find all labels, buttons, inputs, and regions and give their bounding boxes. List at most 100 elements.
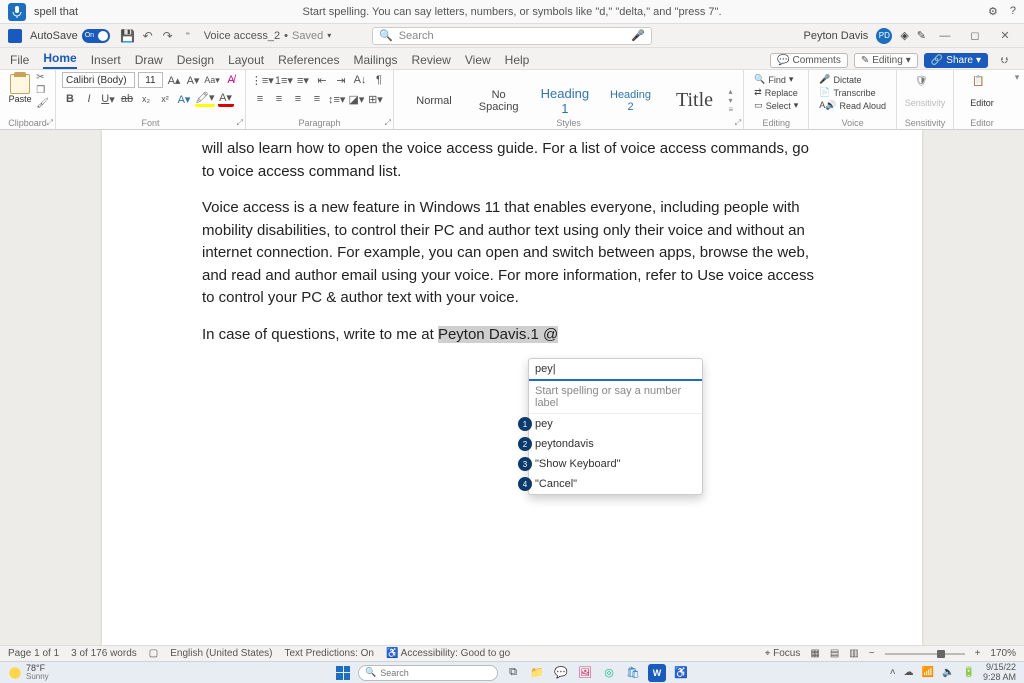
superscript-icon[interactable]: x² [157, 91, 173, 107]
pen-icon[interactable]: ✎ [917, 29, 926, 42]
line-spacing-icon[interactable]: ↕≡▾ [328, 91, 345, 107]
status-language[interactable]: English (United States) [170, 648, 272, 659]
doc-paragraph-3[interactable]: In case of questions, write to me at Pey… [202, 324, 822, 347]
settings-icon[interactable]: ⚙ [988, 5, 998, 18]
numbering-icon[interactable]: 1≡▾ [276, 72, 292, 88]
focus-button[interactable]: ⌖ Focus [765, 648, 801, 659]
user-avatar[interactable]: PD [876, 28, 892, 44]
editing-mode-button[interactable]: ✎ Editing ▾ [854, 53, 918, 68]
subscript-icon[interactable]: x₂ [138, 91, 154, 107]
clipboard-launcher[interactable]: ⤢ [47, 118, 53, 128]
find-button[interactable]: 🔍 Find ▾ [754, 74, 798, 85]
align-center-icon[interactable]: ≡ [271, 91, 287, 107]
onedrive-icon[interactable]: ☁ [904, 667, 914, 678]
align-left-icon[interactable]: ≡ [252, 91, 268, 107]
zoom-in-icon[interactable]: + [975, 648, 981, 659]
ribbon-options-icon[interactable]: ▾ [1010, 70, 1024, 129]
user-name[interactable]: Peyton Davis [804, 30, 869, 42]
maximize-button[interactable]: ◻ [964, 29, 986, 42]
minimize-button[interactable]: — [934, 30, 956, 42]
clock[interactable]: 9/15/22 9:28 AM [983, 663, 1016, 682]
style-heading1[interactable]: Heading 1 [533, 83, 596, 119]
spell-item-4[interactable]: 4"Cancel" [529, 474, 702, 494]
zoom-level[interactable]: 170% [990, 648, 1016, 659]
redo-icon[interactable]: ↷ [159, 27, 177, 45]
view-read-icon[interactable]: ▤ [830, 648, 839, 659]
copy-icon[interactable]: ❐ [36, 85, 49, 96]
style-heading2[interactable]: Heading 2 [601, 86, 661, 116]
format-painter-icon[interactable]: 🖌 [36, 98, 49, 109]
weather-widget[interactable]: 78°F Sunny [0, 664, 57, 681]
shrink-font-icon[interactable]: A▾ [185, 72, 201, 88]
tab-review[interactable]: Review [412, 51, 451, 69]
document-page[interactable]: will also learn how to open the voice ac… [102, 130, 922, 645]
tab-draw[interactable]: Draw [135, 51, 163, 69]
spell-item-2[interactable]: 2peytondavis [529, 434, 702, 454]
tab-layout[interactable]: Layout [228, 51, 264, 69]
wifi-icon[interactable]: 📶 [922, 667, 934, 678]
close-button[interactable]: ✕ [994, 29, 1016, 42]
tab-view[interactable]: View [465, 51, 491, 69]
clear-format-icon[interactable]: A̸ [223, 72, 239, 88]
save-icon[interactable]: 💾 [119, 27, 137, 45]
sort-icon[interactable]: A↓ [352, 72, 368, 88]
spell-input[interactable]: pey| [529, 359, 702, 381]
styles-launcher[interactable]: ⤢ [735, 118, 741, 128]
bullets-icon[interactable]: ⋮≡▾ [252, 72, 273, 88]
dictate-button[interactable]: 🎤 Dictate [819, 74, 886, 85]
shading-icon[interactable]: ◪▾ [348, 91, 364, 107]
inc-indent-icon[interactable]: ⇥ [333, 72, 349, 88]
status-accessibility[interactable]: ♿ Accessibility: Good to go [386, 648, 510, 659]
edge-icon[interactable]: ◎ [600, 664, 618, 682]
help-icon[interactable]: ? [1010, 5, 1016, 18]
spell-item-3[interactable]: 3"Show Keyboard" [529, 454, 702, 474]
status-words[interactable]: 3 of 176 words [71, 648, 137, 659]
spell-item-1[interactable]: 1pey [529, 414, 702, 434]
transcribe-button[interactable]: 📄 Transcribe [819, 87, 886, 98]
share-button[interactable]: 🔗 Share ▾ [924, 53, 988, 68]
volume-icon[interactable]: 🔈 [942, 667, 954, 678]
align-right-icon[interactable]: ≡ [290, 91, 306, 107]
style-title[interactable]: Title [665, 86, 725, 115]
change-case-icon[interactable]: Aa▾ [204, 72, 220, 88]
select-button[interactable]: ▭ Select ▾ [754, 100, 798, 111]
tab-file[interactable]: File [10, 51, 29, 69]
justify-icon[interactable]: ≡ [309, 91, 325, 107]
paragraph-launcher[interactable]: ⤢ [385, 118, 391, 128]
comments-button[interactable]: 💬 Comments [770, 53, 848, 68]
word-taskbar-icon[interactable]: W [648, 664, 666, 682]
style-normal[interactable]: Normal [404, 92, 464, 110]
paste-button[interactable]: Paste [6, 72, 34, 109]
font-size[interactable]: 11 [138, 72, 163, 88]
bold-icon[interactable]: B [62, 91, 78, 107]
grow-font-icon[interactable]: A▴ [166, 72, 182, 88]
cut-icon[interactable]: ✂ [36, 72, 49, 83]
search-box[interactable]: 🔍 Search 🎤 [372, 27, 652, 45]
zoom-out-icon[interactable]: − [869, 648, 875, 659]
accessibility-taskbar-icon[interactable]: ♿ [672, 664, 690, 682]
underline-icon[interactable]: U▾ [100, 91, 116, 107]
italic-icon[interactable]: I [81, 91, 97, 107]
font-launcher[interactable]: ⤢ [237, 118, 243, 128]
view-print-icon[interactable]: ▦ [810, 648, 819, 659]
taskbar-search[interactable]: 🔍 Search [358, 665, 498, 681]
qat-customize-icon[interactable]: ⁼ [179, 27, 197, 45]
zoom-slider[interactable] [885, 653, 965, 655]
tab-help[interactable]: Help [505, 51, 530, 69]
doc-name[interactable]: Voice access_2• Saved ▾ [204, 30, 332, 42]
mic-button[interactable] [8, 3, 26, 21]
undo-icon[interactable]: ↶ [139, 27, 157, 45]
explorer-icon[interactable]: 📁 [528, 664, 546, 682]
microphone-icon[interactable]: 🎤 [631, 29, 645, 42]
diamond-icon[interactable]: ◈ [900, 29, 908, 42]
dec-indent-icon[interactable]: ⇤ [314, 72, 330, 88]
borders-icon[interactable]: ⊞▾ [367, 91, 383, 107]
replace-button[interactable]: ⇄ Replace [754, 87, 798, 98]
tab-design[interactable]: Design [177, 51, 214, 69]
text-effects-icon[interactable]: A▾ [176, 91, 192, 107]
collapse-ribbon-icon[interactable]: ⮋ [995, 51, 1013, 69]
battery-icon[interactable]: 🔋 [963, 667, 975, 678]
highlight-icon[interactable]: 🖍▾ [195, 91, 215, 107]
photos-icon[interactable]: 🖼 [576, 664, 594, 682]
font-color-icon[interactable]: A▾ [218, 91, 234, 107]
